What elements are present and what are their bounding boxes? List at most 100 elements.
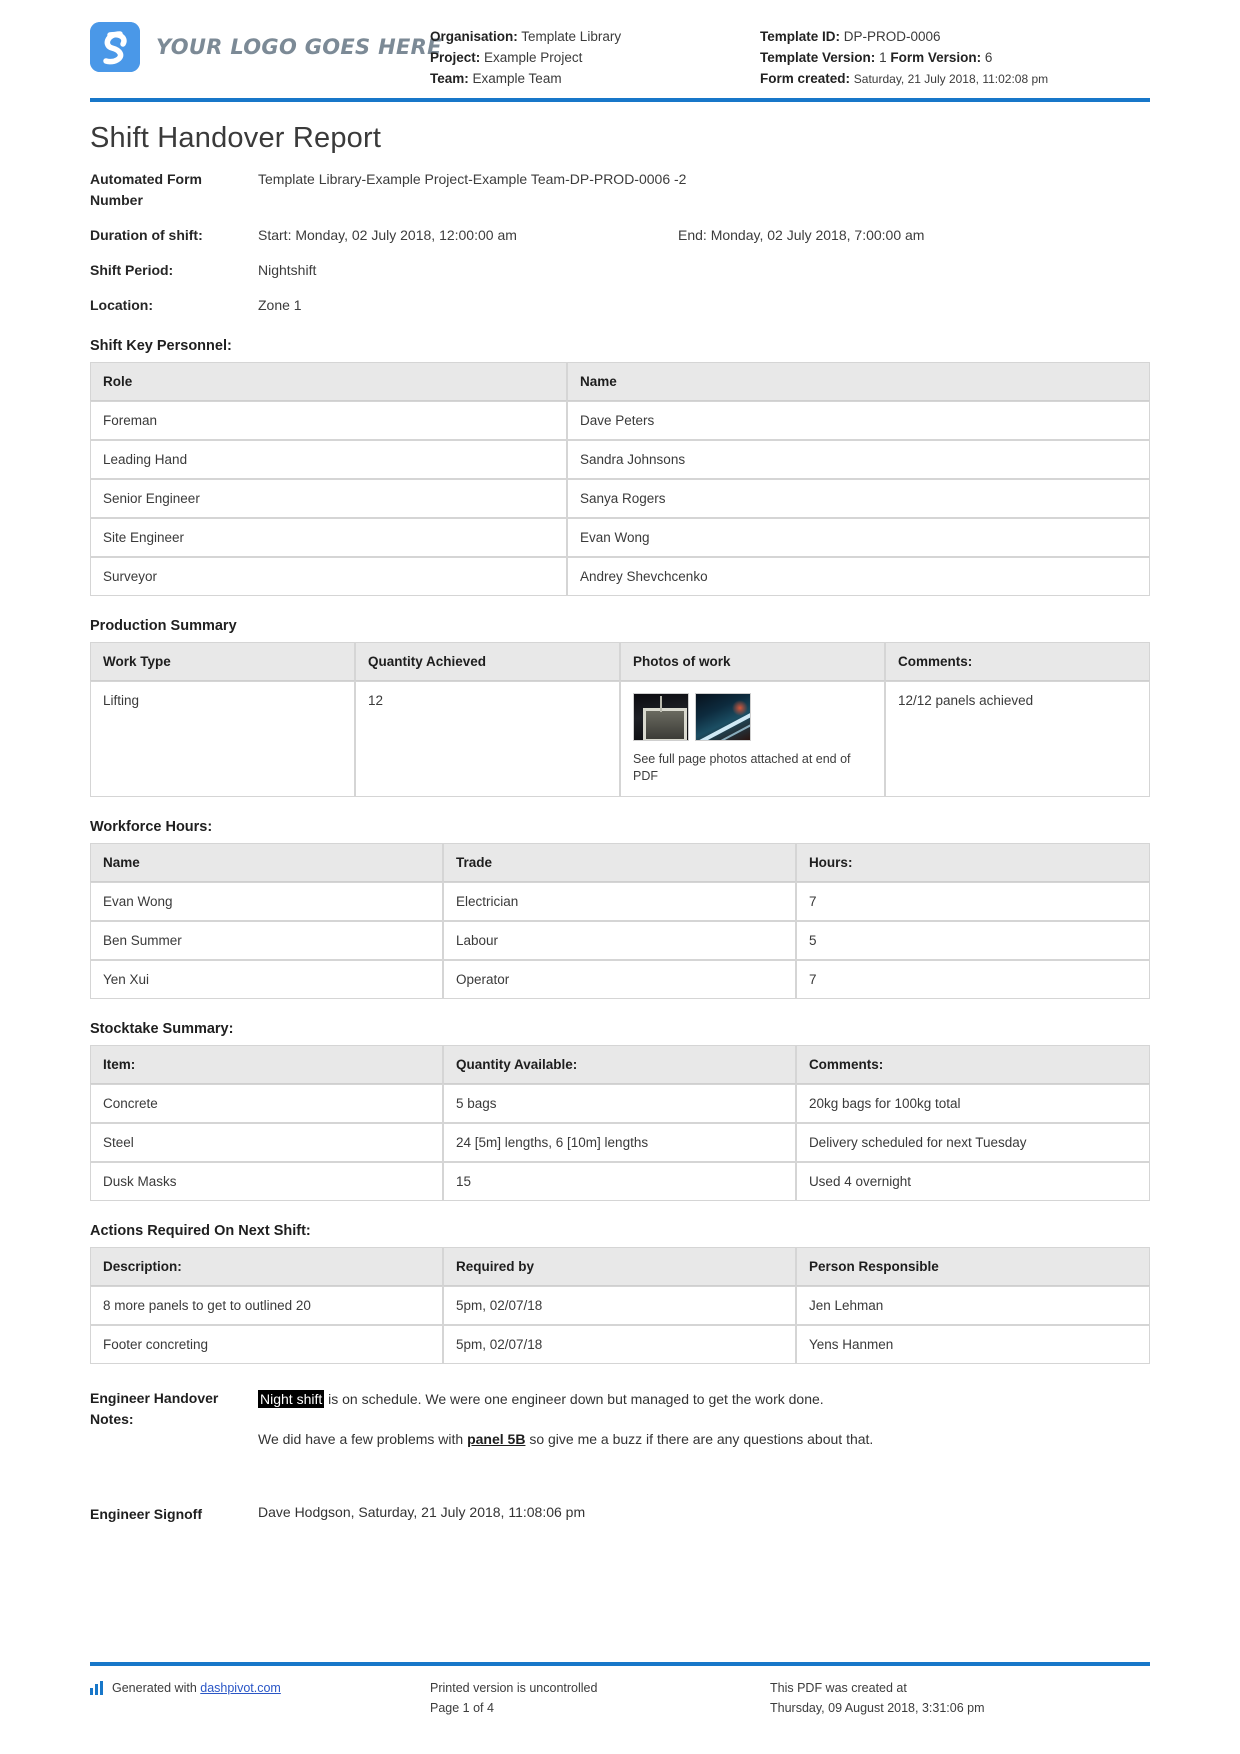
cell-comments: Delivery scheduled for next Tuesday [795, 1123, 1150, 1162]
column-header: Trade [442, 843, 796, 882]
duration-start: Start: Monday, 02 July 2018, 12:00:00 am [258, 227, 517, 243]
handover-notes-label: Engineer Handover Notes: [90, 1390, 219, 1427]
photo-thumbnail-icon[interactable] [695, 693, 751, 741]
table-header-row: Role Name [90, 362, 1150, 401]
template-version-label: Template Version: [760, 50, 876, 65]
template-id-line: Template ID: DP-PROD-0006 [760, 26, 1150, 47]
document-page: YOUR LOGO GOES HERE Organisation: Templa… [0, 0, 1240, 1754]
cell-name: Dave Peters [567, 401, 1150, 440]
cell-name: Ben Summer [90, 921, 443, 960]
column-header: Comments: [795, 1045, 1150, 1084]
team-value: Example Team [472, 71, 562, 86]
column-header: Quantity Achieved [355, 642, 620, 681]
logo-block: YOUR LOGO GOES HERE [90, 22, 441, 72]
document-footer: Generated with dashpivot.com Printed ver… [90, 1662, 1150, 1718]
duration-label: Duration of shift: [90, 227, 203, 243]
table-header-row: Name Trade Hours: [90, 843, 1150, 882]
table-row: Ben Summer Labour 5 [90, 921, 1150, 960]
cell-description: Footer concreting [90, 1325, 443, 1364]
cell-name: Yen Xui [90, 960, 443, 999]
cell-required-by: 5pm, 02/07/18 [442, 1286, 796, 1325]
photo-thumbnail-strip [633, 693, 872, 741]
table-row: Foreman Dave Peters [90, 401, 1150, 440]
bar-chart-icon [90, 1681, 105, 1695]
handover-notes-body: Night shift is on schedule. We were one … [258, 1388, 1150, 1468]
cell-item: Dusk Masks [90, 1162, 443, 1201]
column-header: Name [567, 362, 1150, 401]
cell-quantity: 15 [442, 1162, 796, 1201]
duration-value: Start: Monday, 02 July 2018, 12:00:00 am… [258, 225, 1150, 246]
cell-comments: Used 4 overnight [795, 1162, 1150, 1201]
document-header: YOUR LOGO GOES HERE Organisation: Templa… [90, 0, 1150, 96]
production-section-title: Production Summary [90, 618, 237, 634]
organisation-line: Organisation: Template Library [430, 26, 760, 47]
table-row: Leading Hand Sandra Johnsons [90, 440, 1150, 479]
table-header-row: Item: Quantity Available: Comments: [90, 1045, 1150, 1084]
header-meta-right: Template ID: DP-PROD-0006 Template Versi… [760, 22, 1150, 90]
column-header: Comments: [885, 642, 1150, 681]
project-line: Project: Example Project [430, 47, 760, 68]
table-row: Surveyor Andrey Shevchcenko [90, 557, 1150, 596]
photo-note: See full page photos attached at end of … [633, 752, 851, 783]
form-created-label: Form created: [760, 71, 851, 86]
table-row: 8 more panels to get to outlined 20 5pm,… [90, 1286, 1150, 1325]
cell-item: Steel [90, 1123, 443, 1162]
workforce-table: Name Trade Hours: Evan Wong Electrician … [90, 843, 1150, 999]
dashpivot-link[interactable]: dashpivot.com [200, 1681, 281, 1695]
cell-trade: Labour [442, 921, 796, 960]
template-id-label: Template ID: [760, 29, 841, 44]
column-header: Person Responsible [795, 1247, 1150, 1286]
pdf-created-value: Thursday, 09 August 2018, 3:31:06 pm [770, 1701, 985, 1715]
cell-comments: 12/12 panels achieved [885, 681, 1150, 797]
footer-divider [90, 1662, 1150, 1666]
cell-work-type: Lifting [90, 681, 355, 797]
table-row: Site Engineer Evan Wong [90, 518, 1150, 557]
page-number: Page 1 of 4 [430, 1701, 494, 1715]
column-header: Name [90, 843, 443, 882]
organisation-label: Organisation: [430, 29, 518, 44]
table-row: Dusk Masks 15 Used 4 overnight [90, 1162, 1150, 1201]
printed-notice: Printed version is uncontrolled [430, 1681, 598, 1695]
generated-prefix: Generated with [112, 1681, 201, 1695]
project-label: Project: [430, 50, 481, 65]
logo-text: YOUR LOGO GOES HERE [156, 35, 442, 59]
dashpivot-logo-icon [90, 22, 140, 72]
stocktake-section-title: Stocktake Summary: [90, 1021, 234, 1037]
shift-period-row: Shift Period: Nightshift [90, 260, 1150, 281]
cell-comments: 20kg bags for 100kg total [795, 1084, 1150, 1123]
cell-trade: Electrician [442, 882, 796, 921]
table-row: Concrete 5 bags 20kg bags for 100kg tota… [90, 1084, 1150, 1123]
personnel-table: Role Name Foreman Dave Peters Leading Ha… [90, 362, 1150, 596]
header-meta-left: Organisation: Template Library Project: … [430, 22, 760, 89]
footer-created-block: This PDF was created at Thursday, 09 Aug… [770, 1678, 1150, 1718]
column-header: Item: [90, 1045, 443, 1084]
note-text: is on schedule. We were one engineer dow… [324, 1391, 824, 1407]
actions-table: Description: Required by Person Responsi… [90, 1247, 1150, 1364]
cell-hours: 5 [795, 921, 1150, 960]
column-header: Hours: [795, 843, 1150, 882]
photo-thumbnail-icon[interactable] [633, 693, 689, 741]
cell-person-responsible: Jen Lehman [795, 1286, 1150, 1325]
engineer-signoff-value: Dave Hodgson, Saturday, 21 July 2018, 11… [258, 1504, 586, 1520]
header-divider [90, 98, 1150, 102]
cell-quantity: 5 bags [442, 1084, 796, 1123]
table-header-row: Work Type Quantity Achieved Photos of wo… [90, 642, 1150, 681]
table-row: Evan Wong Electrician 7 [90, 882, 1150, 921]
stocktake-table: Item: Quantity Available: Comments: Conc… [90, 1045, 1150, 1201]
note-text: We did have a few problems with [258, 1431, 468, 1447]
table-header-row: Description: Required by Person Responsi… [90, 1247, 1150, 1286]
highlighted-text: Night shift [258, 1390, 325, 1408]
organisation-value: Template Library [521, 29, 622, 44]
column-header: Photos of work [620, 642, 885, 681]
cell-name: Sandra Johnsons [567, 440, 1150, 479]
workforce-section-title: Workforce Hours: [90, 819, 213, 835]
table-row: Footer concreting 5pm, 02/07/18 Yens Han… [90, 1325, 1150, 1364]
template-version-value: 1 [879, 50, 887, 65]
cell-description: 8 more panels to get to outlined 20 [90, 1286, 443, 1325]
shift-period-value: Nightshift [258, 262, 317, 278]
emphasised-text: panel 5B [467, 1431, 526, 1447]
footer-generated-block: Generated with dashpivot.com [90, 1678, 430, 1718]
column-header: Quantity Available: [442, 1045, 796, 1084]
cell-name: Andrey Shevchcenko [567, 557, 1150, 596]
actions-section-title: Actions Required On Next Shift: [90, 1223, 311, 1239]
